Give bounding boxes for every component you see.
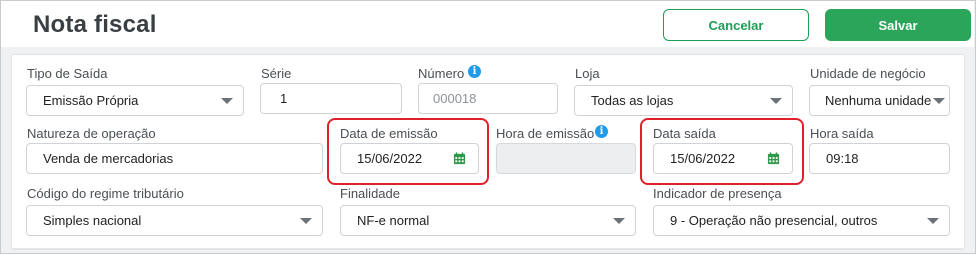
unidade-negocio-label: Unidade de negócio <box>810 66 926 81</box>
chevron-down-icon <box>221 98 233 104</box>
data-emissao-value: 15/06/2022 <box>357 151 423 166</box>
finalidade-select[interactable]: NF-e normal <box>340 205 636 236</box>
serie-value: 1 <box>280 91 288 106</box>
loja-select[interactable]: Todas as lojas <box>574 85 793 116</box>
save-button[interactable]: Salvar <box>825 9 971 41</box>
info-icon[interactable]: i <box>595 125 608 138</box>
tipo-saida-select[interactable]: Emissão Própria <box>26 85 244 116</box>
chevron-down-icon <box>927 218 939 224</box>
hora-saida-label: Hora saída <box>810 126 874 141</box>
hora-saida-value: 09:18 <box>826 151 859 166</box>
hora-emissao-label: Hora de emissão <box>496 126 595 141</box>
finalidade-value: NF-e normal <box>357 213 430 228</box>
numero-placeholder: 000018 <box>433 91 477 106</box>
chevron-down-icon <box>933 98 945 104</box>
indicador-presenca-label: Indicador de presença <box>653 186 782 201</box>
page-title: Nota fiscal <box>33 11 157 38</box>
indicador-presenca-value: 9 - Operação não presencial, outros <box>670 213 878 228</box>
loja-label: Loja <box>575 66 600 81</box>
tipo-saida-value: Emissão Própria <box>43 93 139 108</box>
tipo-saida-label: Tipo de Saída <box>27 66 108 81</box>
page-header: Nota fiscal Cancelar Salvar <box>1 1 974 47</box>
natureza-operacao-value: Venda de mercadorias <box>43 151 174 166</box>
serie-label: Série <box>261 66 292 81</box>
hora-saida-input[interactable]: 09:18 <box>809 143 950 174</box>
info-icon[interactable]: i <box>468 65 481 78</box>
serie-input[interactable]: 1 <box>260 83 402 114</box>
chevron-down-icon <box>770 98 782 104</box>
numero-label: Número <box>418 66 465 81</box>
chevron-down-icon <box>613 218 625 224</box>
data-saida-input[interactable]: 15/06/2022 <box>653 143 793 174</box>
natureza-operacao-label: Natureza de operação <box>27 126 156 141</box>
data-emissao-label: Data de emissão <box>340 126 438 141</box>
regime-tributario-label: Código do regime tributário <box>27 186 184 201</box>
regime-tributario-value: Simples nacional <box>43 213 142 228</box>
panel-divider <box>12 248 963 250</box>
unidade-negocio-select[interactable]: Nenhuma unidade <box>809 85 950 116</box>
data-saida-value: 15/06/2022 <box>670 151 736 166</box>
calendar-icon[interactable] <box>453 152 466 165</box>
cancel-button[interactable]: Cancelar <box>663 9 809 41</box>
chevron-down-icon <box>300 218 312 224</box>
numero-input[interactable]: 000018 <box>418 83 558 114</box>
calendar-icon[interactable] <box>767 152 780 165</box>
regime-tributario-select[interactable]: Simples nacional <box>26 205 323 236</box>
natureza-operacao-input[interactable]: Venda de mercadorias <box>26 143 323 174</box>
finalidade-label: Finalidade <box>340 186 400 201</box>
unidade-negocio-value: Nenhuma unidade <box>825 93 932 108</box>
data-saida-label: Data saída <box>653 126 716 141</box>
loja-value: Todas as lojas <box>591 93 674 108</box>
hora-emissao-input <box>496 143 636 174</box>
indicador-presenca-select[interactable]: 9 - Operação não presencial, outros <box>653 205 950 236</box>
data-emissao-input[interactable]: 15/06/2022 <box>340 143 479 174</box>
